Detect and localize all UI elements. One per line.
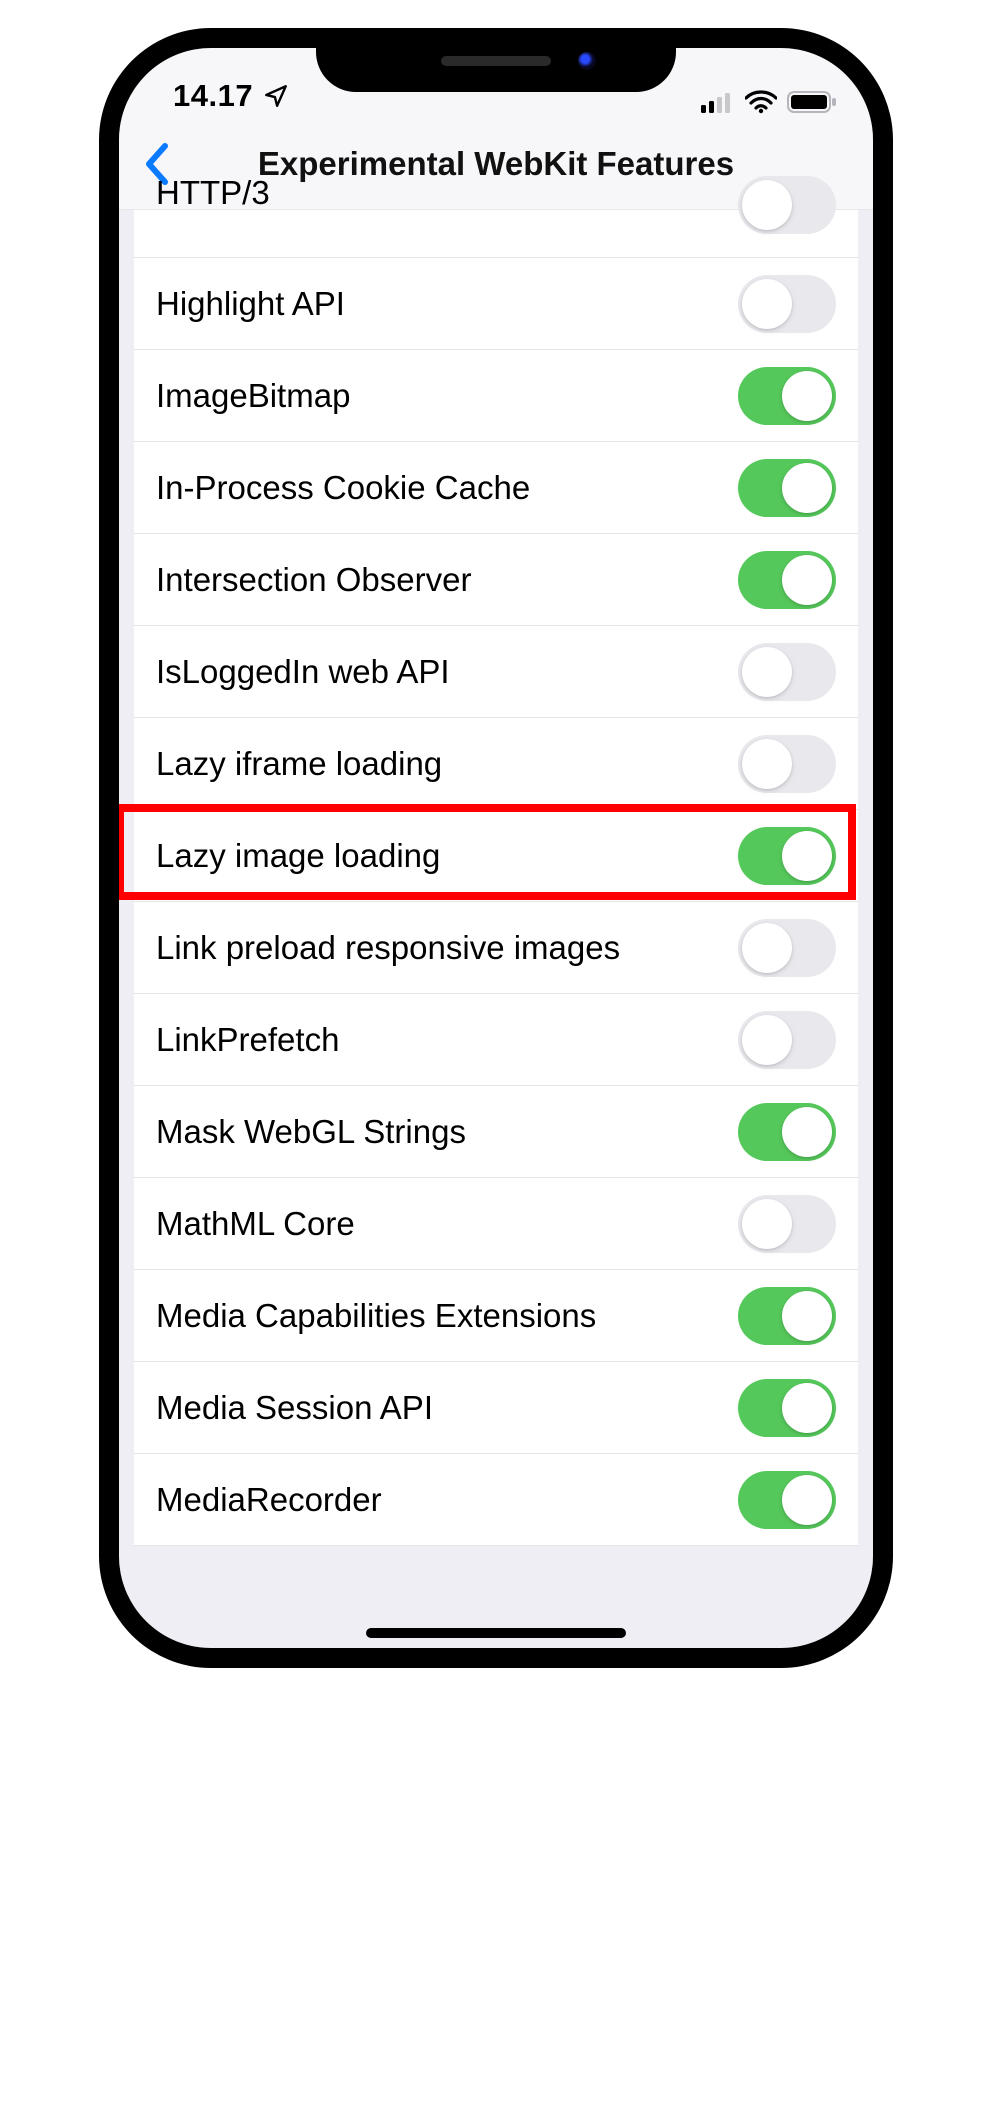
settings-row-label: Media Session API [156, 1389, 738, 1427]
settings-row-label: MediaRecorder [156, 1481, 738, 1519]
settings-list-container: HTTP/3 Highlight API ImageBitmap In-Process… [119, 210, 873, 1666]
settings-row: IsLoggedIn web API [134, 626, 858, 718]
settings-row: In-Process Cookie Cache [134, 442, 858, 534]
settings-toggle[interactable] [738, 827, 836, 885]
settings-row-label: Intersection Observer [156, 561, 738, 599]
settings-row: Intersection Observer [134, 534, 858, 626]
settings-toggle[interactable] [738, 459, 836, 517]
settings-toggle[interactable] [738, 176, 836, 234]
settings-row: Highlight API [134, 258, 858, 350]
settings-row: HTTP/3 [134, 210, 858, 258]
settings-toggle[interactable] [738, 1011, 836, 1069]
toggle-knob [742, 1015, 792, 1065]
settings-row-label: LinkPrefetch [156, 1021, 738, 1059]
settings-toggle[interactable] [738, 275, 836, 333]
speaker-grille [441, 56, 551, 66]
settings-row: Lazy image loading [134, 810, 858, 902]
settings-row-label: Link preload responsive images [156, 929, 738, 967]
toggle-knob [782, 1475, 832, 1525]
settings-toggle[interactable] [738, 1103, 836, 1161]
toggle-knob [782, 371, 832, 421]
settings-row-label: MathML Core [156, 1205, 738, 1243]
settings-row-label: Highlight API [156, 285, 738, 323]
settings-list[interactable]: HTTP/3 Highlight API ImageBitmap In-Process… [134, 210, 858, 1546]
toggle-knob [782, 1291, 832, 1341]
settings-toggle[interactable] [738, 551, 836, 609]
settings-toggle[interactable] [738, 643, 836, 701]
toggle-knob [782, 1383, 832, 1433]
settings-row: MathML Core [134, 1178, 858, 1270]
settings-toggle[interactable] [738, 735, 836, 793]
toggle-knob [782, 463, 832, 513]
location-arrow-icon [263, 83, 289, 109]
settings-row: MediaRecorder [134, 1454, 858, 1546]
settings-toggle[interactable] [738, 367, 836, 425]
settings-row-label: In-Process Cookie Cache [156, 469, 738, 507]
settings-row-label: Lazy iframe loading [156, 745, 738, 783]
phone-frame: 14.17 [101, 30, 891, 1666]
battery-icon [787, 90, 837, 114]
settings-row: Lazy iframe loading [134, 718, 858, 810]
wifi-icon [745, 90, 777, 114]
settings-toggle[interactable] [738, 1471, 836, 1529]
settings-row-label: IsLoggedIn web API [156, 653, 738, 691]
toggle-knob [782, 831, 832, 881]
home-indicator[interactable] [366, 1628, 626, 1638]
settings-row: Mask WebGL Strings [134, 1086, 858, 1178]
settings-row: ImageBitmap [134, 350, 858, 442]
settings-row-label: HTTP/3 [156, 174, 738, 212]
settings-row: Media Session API [134, 1362, 858, 1454]
toggle-knob [742, 923, 792, 973]
settings-toggle[interactable] [738, 1379, 836, 1437]
toggle-knob [742, 647, 792, 697]
settings-toggle[interactable] [738, 1287, 836, 1345]
settings-row-label: Lazy image loading [156, 837, 738, 875]
status-time: 14.17 [173, 78, 253, 114]
front-camera [578, 52, 596, 70]
settings-row: Link preload responsive images [134, 902, 858, 994]
toggle-knob [742, 1199, 792, 1249]
settings-toggle[interactable] [738, 919, 836, 977]
settings-row-label: Mask WebGL Strings [156, 1113, 738, 1151]
settings-row: Media Capabilities Extensions [134, 1270, 858, 1362]
settings-row-label: Media Capabilities Extensions [156, 1297, 738, 1335]
toggle-knob [742, 279, 792, 329]
toggle-knob [782, 555, 832, 605]
toggle-knob [782, 1107, 832, 1157]
settings-row: LinkPrefetch [134, 994, 858, 1086]
toggle-knob [742, 739, 792, 789]
cellular-signal-icon [701, 91, 735, 113]
settings-toggle[interactable] [738, 1195, 836, 1253]
toggle-knob [742, 180, 792, 230]
phone-notch [316, 30, 676, 92]
settings-row-label: ImageBitmap [156, 377, 738, 415]
